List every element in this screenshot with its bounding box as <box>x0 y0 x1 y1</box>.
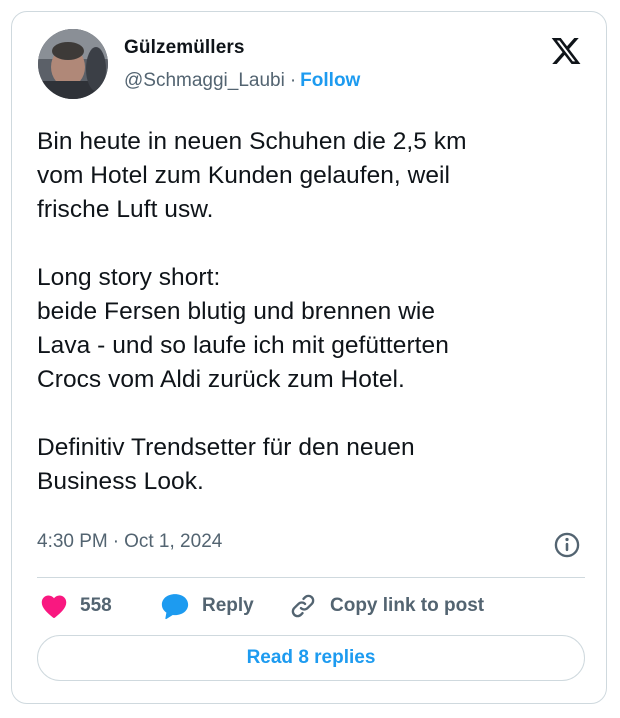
author-handle-row: @Schmaggi_Laubi · Follow <box>124 70 360 92</box>
tweet-time: 4:30 PM <box>37 531 108 552</box>
tweet-timestamp[interactable]: 4:30 PM · Oct 1, 2024 <box>37 531 222 553</box>
divider <box>37 577 585 578</box>
avatar-image <box>38 29 108 99</box>
author-display-name[interactable]: Gülzemüllers <box>124 37 245 59</box>
tweet-text: Bin heute in neuen Schuhen die 2,5 km vo… <box>37 128 467 495</box>
like-count: 558 <box>80 595 112 616</box>
x-logo-icon[interactable] <box>549 35 583 67</box>
timestamp-separator: · <box>112 531 120 552</box>
follow-link[interactable]: Follow <box>300 70 360 91</box>
reply-label: Reply <box>202 595 254 616</box>
handle-separator: · <box>289 70 297 91</box>
reply-button[interactable]: Reply <box>160 591 254 621</box>
like-button[interactable]: 558 <box>40 591 112 621</box>
tweet-card: Gülzemüllers @Schmaggi_Laubi · Follow Bin … <box>11 11 607 704</box>
copy-link-button[interactable]: Copy link to post <box>288 591 484 621</box>
read-replies-button[interactable]: Read 8 replies <box>37 635 585 681</box>
tweet-date: Oct 1, 2024 <box>124 531 223 552</box>
avatar[interactable] <box>38 29 108 99</box>
copy-link-label: Copy link to post <box>330 595 485 616</box>
info-icon[interactable] <box>553 531 581 559</box>
speech-bubble-icon <box>161 594 189 620</box>
author-handle[interactable]: @Schmaggi_Laubi <box>124 70 285 91</box>
link-icon <box>291 594 315 618</box>
heart-icon <box>41 595 67 619</box>
